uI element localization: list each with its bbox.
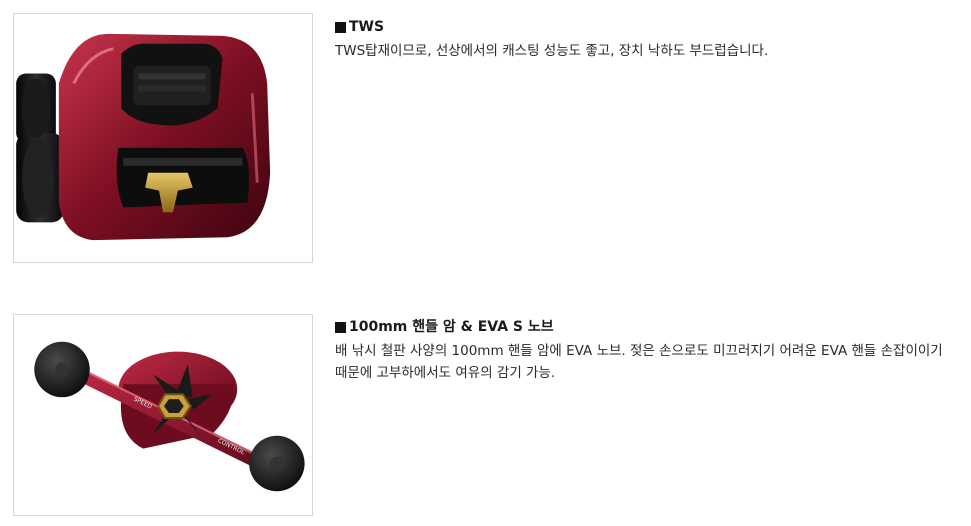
square-bullet-icon [335,321,346,333]
feature-title-text: 100mm 핸들 암 & EVA S 노브 [349,319,554,335]
reel-tws-photo [13,13,313,263]
reel-handle-arm-image: SPEED CONTROL [34,341,305,492]
feature-tws: TWS TWS탑재이므로, 선상에서의 캐스팅 성능도 좋고, 장치 낙하도 부… [0,0,971,280]
reel-handle-photo: SPEED CONTROL [13,314,313,516]
square-bullet-icon [335,21,346,33]
feature-title: TWS [335,18,956,36]
baitcaster-reel-front-image [16,33,271,241]
feature-title: 100mm 핸들 암 & EVA S 노브 [335,318,956,336]
feature-description: TWS탑재이므로, 선상에서의 캐스팅 성능도 좋고, 장치 낙하도 부드럽습니… [335,43,769,59]
feature-handle-text: 100mm 핸들 암 & EVA S 노브 배 낚시 철판 사양의 100mm … [335,318,956,384]
feature-title-text: TWS [349,19,385,35]
feature-description: 배 낚시 철판 사양의 100mm 핸들 암에 EVA 노브. 젖은 손으로도 … [335,343,943,381]
feature-tws-text: TWS TWS탑재이므로, 선상에서의 캐스팅 성능도 좋고, 장치 낙하도 부… [335,18,956,62]
feature-handle: SPEED CONTROL 100mm 핸들 암 & EVA S 노브 배 낚시… [0,300,971,526]
